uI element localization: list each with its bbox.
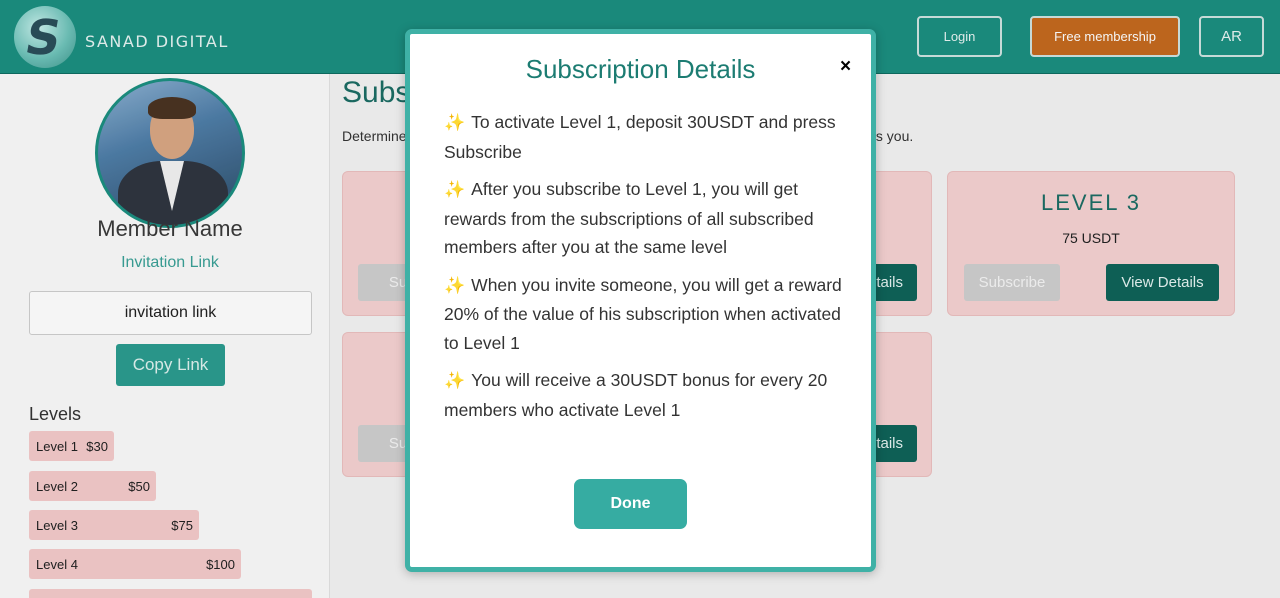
list-item: ✨ You will receive a 30USDT bonus for eve… xyxy=(444,366,844,424)
modal-title: Subscription Details xyxy=(525,54,756,84)
list-item-text: To activate Level 1, deposit 30USDT and … xyxy=(444,112,836,162)
modal-body: ✨ To activate Level 1, deposit 30USDT and… xyxy=(444,108,844,433)
sparkles-icon: ✨ xyxy=(444,113,466,133)
sparkles-icon: ✨ xyxy=(444,180,466,200)
done-button[interactable]: Done xyxy=(574,479,687,529)
close-icon[interactable]: × xyxy=(840,56,851,78)
list-item: ✨ After you subscribe to Level 1, you wil… xyxy=(444,175,844,262)
list-item-text: After you subscribe to Level 1, you will… xyxy=(444,179,814,257)
list-item: ✨ When you invite someone, you will get a… xyxy=(444,271,844,358)
list-item-text: When you invite someone, you will get a … xyxy=(444,274,842,353)
list-item-text: You will receive a 30USDT bonus for ever… xyxy=(444,370,828,420)
sparkles-icon: ✨ xyxy=(444,275,466,296)
list-item: ✨ To activate Level 1, deposit 30USDT and… xyxy=(444,108,844,166)
sparkles-icon: ✨ xyxy=(444,371,466,391)
subscription-details-modal: Subscription Details × ✨ To activate Leve… xyxy=(405,29,876,572)
